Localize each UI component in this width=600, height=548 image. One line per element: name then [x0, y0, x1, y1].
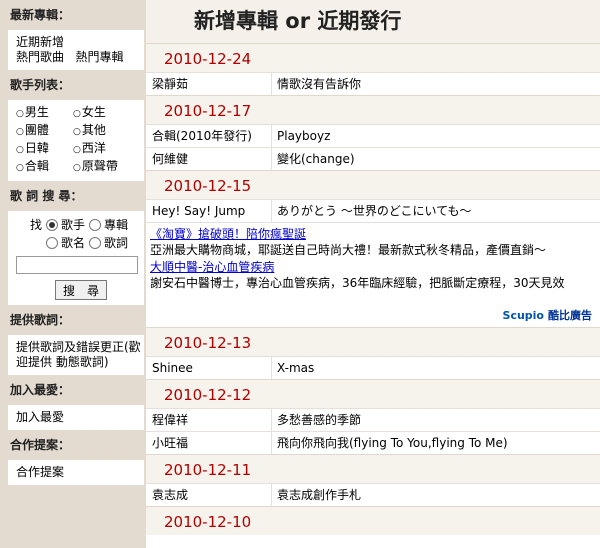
page-title: 新增專輯 or 近期發行	[146, 0, 600, 43]
link-add-favorite[interactable]: 加入最愛	[16, 410, 64, 424]
singer-soundtrack[interactable]: 原聲帶	[73, 159, 133, 176]
date-header: 2010-12-13	[146, 327, 600, 356]
ad-block: 《淘寶》搶破頭！陪你瘋聖誕 亞洲最大購物商城，耶誕送自己時尚大禮！最新款式秋冬精…	[146, 222, 600, 327]
link-hot-songs[interactable]: 熱門歌曲	[16, 50, 64, 64]
date-header: 2010-12-10	[146, 506, 600, 535]
singer-female[interactable]: 女生	[73, 105, 133, 122]
provide-lyrics-box: 提供歌詞及錯誤更正(歡迎提供 動態歌詞)	[8, 335, 144, 375]
artist-cell[interactable]: Hey! Say! Jump	[146, 200, 272, 222]
search-button[interactable]: 搜 尋	[55, 280, 107, 300]
latest-albums-box: 近期新增 熱門歌曲 熱門專輯	[8, 30, 144, 70]
provide-lyrics-heading: 提供歌詞：	[10, 313, 71, 327]
date-header: 2010-12-11	[146, 454, 600, 483]
album-cell[interactable]: 變化(change)	[272, 148, 355, 170]
table-row[interactable]: 合輯(2010年發行) Playboyz	[146, 124, 600, 147]
radio-lyrics-label: 歌詞	[104, 235, 129, 250]
radio-lyrics[interactable]	[89, 237, 102, 249]
ad-desc: 亞洲最大購物商城，耶誕送自己時尚大禮！最新款式秋冬精品，產價直銷～	[150, 243, 547, 257]
singer-compilation[interactable]: 合輯	[16, 159, 73, 176]
artist-cell[interactable]: 合輯(2010年發行)	[146, 125, 272, 147]
table-row[interactable]: Hey! Say! Jump ありがとう ～世界のどこにいても～	[146, 199, 600, 222]
link-recent-added[interactable]: 近期新增	[16, 35, 64, 49]
singer-list-heading: 歌手列表：	[10, 78, 71, 92]
lyrics-search-box: 找 歌手 專輯 歌名 歌詞 搜 尋	[8, 211, 144, 305]
album-cell[interactable]: 飛向你飛向我(flying To You,flying To Me)	[272, 432, 508, 454]
search-input[interactable]	[16, 256, 138, 274]
table-row[interactable]: 小旺福 飛向你飛向我(flying To You,flying To Me)	[146, 431, 600, 454]
add-favorite-heading: 加入最愛：	[10, 383, 71, 397]
singer-male[interactable]: 男生	[16, 105, 73, 122]
ad-brand[interactable]: Scupio 酷比廣告	[503, 307, 592, 323]
table-row[interactable]: 袁志成 袁志成創作手札	[146, 483, 600, 506]
release-list: 2010-12-24 梁靜茹 情歌沒有告訴你 2010-12-17 合輯(201…	[146, 43, 600, 535]
album-cell[interactable]: X-mas	[272, 357, 314, 379]
ad-link-tcm[interactable]: 大順中醫-治心血管疾病	[150, 259, 600, 275]
ad-link-taobao[interactable]: 《淘寶》搶破頭！陪你瘋聖誕	[150, 226, 600, 242]
artist-cell[interactable]: 袁志成	[146, 484, 272, 506]
cooperation-box: 合作提案	[8, 460, 144, 485]
date-header: 2010-12-24	[146, 43, 600, 72]
date-header: 2010-12-17	[146, 95, 600, 124]
date-header: 2010-12-12	[146, 379, 600, 408]
album-cell[interactable]: 情歌沒有告訴你	[272, 73, 361, 95]
radio-song[interactable]	[46, 237, 58, 249]
cooperation-heading: 合作提案：	[10, 438, 71, 452]
add-favorite-box: 加入最愛	[8, 405, 144, 430]
radio-song-label: 歌名	[61, 235, 86, 250]
link-hot-albums[interactable]: 熱門專輯	[75, 50, 123, 64]
singer-other[interactable]: 其他	[73, 123, 133, 140]
link-cooperation[interactable]: 合作提案	[16, 465, 64, 479]
ad-brand-label: 酷比廣告	[548, 309, 592, 322]
artist-cell[interactable]: Shinee	[146, 357, 272, 379]
album-cell[interactable]: Playboyz	[272, 125, 330, 147]
radio-singer[interactable]	[46, 219, 59, 231]
radio-album[interactable]	[89, 219, 102, 231]
table-row[interactable]: 程偉祥 多愁善感的季節	[146, 408, 600, 431]
album-cell[interactable]: ありがとう ～世界のどこにいても～	[272, 200, 472, 222]
radio-singer-label: 歌手	[61, 217, 86, 232]
singer-list-box: 男生 女生 團體 其他 日韓 西洋 合輯 原聲帶	[8, 100, 144, 181]
album-cell[interactable]: 多愁善感的季節	[272, 409, 361, 431]
singer-western[interactable]: 西洋	[73, 141, 133, 158]
singer-jpkr[interactable]: 日韓	[16, 141, 73, 158]
sidebar: 最新專輯： 近期新增 熱門歌曲 熱門專輯 歌手列表： 男生 女生 團體 其他 日…	[0, 0, 146, 548]
main-content: 新增專輯 or 近期發行 2010-12-24 梁靜茹 情歌沒有告訴你 2010…	[146, 0, 600, 548]
singer-group[interactable]: 團體	[16, 123, 73, 140]
ad-desc: 謝安石中醫博士，專治心血管疾病，36年臨床經驗，把脈斷定療程，30天見效	[150, 276, 565, 290]
radio-album-label: 專輯	[104, 217, 129, 232]
artist-cell[interactable]: 何維健	[146, 148, 272, 170]
search-find-label: 找	[30, 217, 43, 232]
table-row[interactable]: Shinee X-mas	[146, 356, 600, 379]
table-row[interactable]: 梁靜茹 情歌沒有告訴你	[146, 72, 600, 95]
latest-albums-heading: 最新專輯：	[10, 8, 71, 22]
lyrics-search-heading: 歌 詞 搜 尋：	[10, 189, 83, 203]
artist-cell[interactable]: 梁靜茹	[146, 73, 272, 95]
album-cell[interactable]: 袁志成創作手札	[272, 484, 361, 506]
artist-cell[interactable]: 程偉祥	[146, 409, 272, 431]
table-row[interactable]: 何維健 變化(change)	[146, 147, 600, 170]
scupio-logo-icon: Scupio	[502, 308, 544, 322]
link-provide-lyrics[interactable]: 提供歌詞及錯誤更正(歡迎提供 動態歌詞)	[16, 340, 141, 369]
artist-cell[interactable]: 小旺福	[146, 432, 272, 454]
date-header: 2010-12-15	[146, 170, 600, 199]
